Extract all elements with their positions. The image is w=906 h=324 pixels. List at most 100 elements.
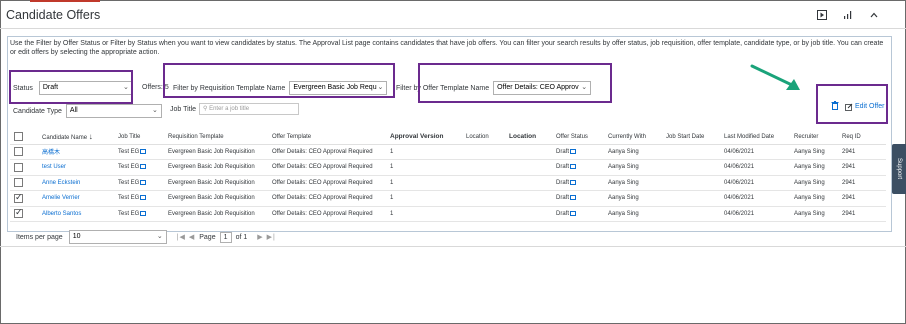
col-location[interactable]: Location <box>462 130 505 145</box>
document-icon[interactable] <box>570 210 577 216</box>
offer-template-cell: Offer Details: CEO Approval Required <box>272 210 373 217</box>
req-id-cell-wrap: 2941 <box>838 144 886 160</box>
requisition-template-cell-wrap: Evergreen Basic Job Requisition <box>164 175 268 191</box>
candidate-type-label: Candidate Type <box>13 107 62 115</box>
candidates-table: Candidate Name ↓ Job Title Requisition T… <box>10 130 886 222</box>
row-select-cell[interactable] <box>10 159 38 176</box>
document-icon[interactable] <box>570 195 577 201</box>
document-icon[interactable] <box>570 179 577 185</box>
col-offer-template[interactable]: Offer Template <box>268 130 386 145</box>
req-id-cell-wrap: 2941 <box>838 159 886 176</box>
document-icon[interactable] <box>140 164 147 170</box>
job-start-date-cell-wrap <box>662 190 720 207</box>
row-checkbox[interactable] <box>14 207 23 219</box>
document-icon[interactable] <box>570 164 577 170</box>
row-select-cell[interactable] <box>10 175 38 191</box>
first-prev-page-icons[interactable]: |◀ ◀ <box>177 233 196 241</box>
candidate-name-link[interactable]: Amelie Verrier <box>42 195 80 201</box>
document-icon[interactable] <box>570 148 577 154</box>
currently-with-cell-wrap: Aanya Sing <box>604 159 662 176</box>
last-modified-cell-wrap: 04/06/2021 <box>720 159 790 176</box>
job-start-date-cell-wrap <box>662 159 720 176</box>
row-checkbox[interactable] <box>14 162 23 172</box>
col-requisition-template[interactable]: Requisition Template <box>164 130 268 145</box>
currently-with-cell-wrap: Aanya Sing <box>604 190 662 207</box>
row-checkbox[interactable] <box>14 192 23 203</box>
job-title-input[interactable]: ⚲ Enter a job title <box>199 103 299 115</box>
job-start-date-cell-wrap <box>662 206 720 222</box>
recruiter-cell: Aanya Sing <box>794 164 825 171</box>
candidate-type-value: All <box>69 107 78 114</box>
candidate-name-link[interactable]: Anne Eckstein <box>42 180 80 186</box>
candidate-type-select[interactable]: All ⌄ <box>65 104 162 118</box>
col-req-id[interactable]: Req ID <box>838 130 886 145</box>
req-id-cell-wrap: 2941 <box>838 206 886 222</box>
collapse-icon[interactable] <box>868 9 880 20</box>
col-offer-status[interactable]: Offer Status <box>552 130 604 145</box>
page-title: Candidate Offers <box>6 8 101 22</box>
col-job-start-date[interactable]: Job Start Date <box>662 130 720 145</box>
header-actions <box>816 9 880 20</box>
row-checkbox[interactable] <box>14 147 23 157</box>
col-currently-with[interactable]: Currently With <box>604 130 662 145</box>
recruiter-cell: Aanya Sing <box>794 179 825 186</box>
currently-with-cell-wrap: Aanya Sing <box>604 175 662 191</box>
play-icon[interactable] <box>816 9 828 20</box>
recruiter-cell-wrap: Aanya Sing <box>790 175 838 191</box>
table-row[interactable]: Amelie Verrier Test EG Evergreen Basic Job… <box>10 190 886 207</box>
col-candidate-name[interactable]: Candidate Name ↓ <box>38 130 114 145</box>
approval-version-cell: 1 <box>390 179 394 186</box>
row-select-cell[interactable] <box>10 144 38 160</box>
job-title-cell: Test EG <box>118 210 140 217</box>
next-last-page-icons[interactable]: ▶ ▶| <box>257 233 276 241</box>
col-recruiter[interactable]: Recruiter <box>790 130 838 145</box>
candidate-name-link-wrap: 高橋木 <box>38 144 114 160</box>
offer-template-highlight-box <box>418 63 612 103</box>
col-location-2[interactable]: Location <box>505 130 552 145</box>
offer-template-cell-wrap: Offer Details: CEO Approval Required <box>268 175 386 191</box>
location-cell-2-wrap <box>505 206 552 222</box>
chevron-down-icon: ⌄ <box>156 233 163 240</box>
offer-template-cell-wrap: Offer Details: CEO Approval Required <box>268 144 386 160</box>
currently-with-cell: Aanya Sing <box>608 179 639 186</box>
candidate-name-link[interactable]: Alberto Santos <box>42 211 81 217</box>
document-icon[interactable] <box>140 179 147 185</box>
col-approval-version[interactable]: Approval Version <box>386 130 462 145</box>
row-select-cell[interactable] <box>10 206 38 222</box>
document-icon[interactable] <box>140 210 147 216</box>
location-cell-2-wrap <box>505 190 552 207</box>
edit-offer-highlight-box <box>816 84 888 124</box>
candidate-name-link-wrap: Amelie Verrier <box>38 190 114 207</box>
approval-version-cell-wrap: 1 <box>386 175 462 191</box>
col-last-modified-date[interactable]: Last Modified Date <box>720 130 790 145</box>
bottom-divider <box>0 246 906 247</box>
requisition-template-cell: Evergreen Basic Job Requisition <box>168 164 255 171</box>
row-checkbox[interactable] <box>14 178 23 188</box>
items-per-page-select[interactable]: 10 ⌄ <box>68 230 167 244</box>
candidate-name-link[interactable]: test User <box>42 164 66 170</box>
chart-icon[interactable] <box>842 9 854 20</box>
document-icon[interactable] <box>140 195 147 201</box>
search-icon: ⚲ <box>203 106 208 112</box>
location-cell-2-wrap <box>505 144 552 160</box>
candidate-name-link[interactable]: 高橋木 <box>42 150 60 156</box>
document-icon[interactable] <box>140 148 147 154</box>
table-row[interactable]: 高橋木 Test EG Evergreen Basic Job Requisitio… <box>10 144 886 160</box>
job-title-cell-wrap: Test EG <box>114 159 164 176</box>
location-cell-wrap <box>462 144 505 160</box>
table-row[interactable]: Anne Eckstein Test EG Evergreen Basic Job … <box>10 175 886 191</box>
support-tab[interactable]: Support <box>892 144 906 194</box>
offer-status-cell-wrap: Draft <box>552 190 604 207</box>
table-row[interactable]: Alberto Santos Test EG Evergreen Basic Job… <box>10 206 886 222</box>
row-select-cell[interactable] <box>10 190 38 207</box>
status-highlight-box <box>9 70 133 104</box>
offer-status-cell: Draft <box>556 210 570 217</box>
select-all-header[interactable] <box>10 130 38 145</box>
job-title-cell-wrap: Test EG <box>114 206 164 222</box>
offer-template-cell: Offer Details: CEO Approval Required <box>272 195 373 202</box>
page-number-input[interactable]: 1 <box>219 231 232 243</box>
table-row[interactable]: test User Test EG Evergreen Basic Job Requ… <box>10 159 886 176</box>
offer-template-cell: Offer Details: CEO Approval Required <box>272 148 373 155</box>
select-all-checkbox[interactable] <box>14 132 23 142</box>
col-job-title[interactable]: Job Title <box>114 130 164 145</box>
